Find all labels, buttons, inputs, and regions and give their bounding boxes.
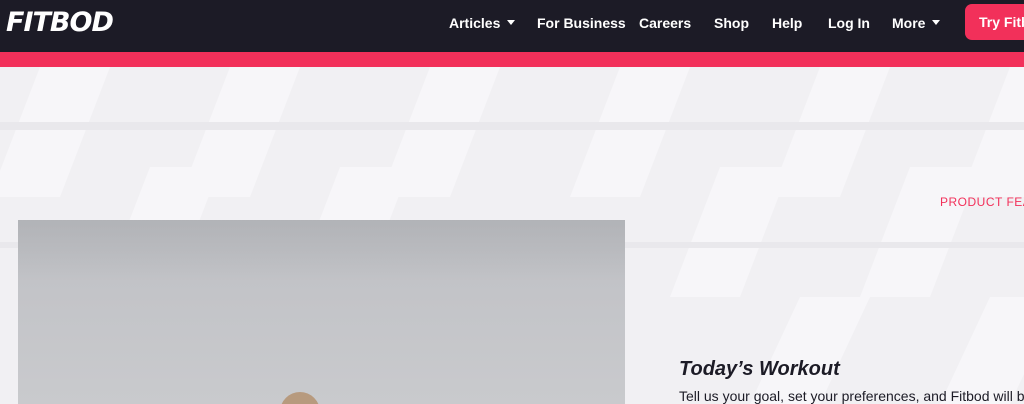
top-navigation: FITBOD Articles For Business Careers Sho… <box>0 0 1024 52</box>
section-eyebrow: PRODUCT FEATURES <box>940 195 1024 209</box>
nav-for-business[interactable]: For Business <box>537 14 626 32</box>
fitbod-logo[interactable]: FITBOD <box>6 9 114 37</box>
nav-careers[interactable]: Careers <box>639 14 691 32</box>
workout-photo <box>18 220 625 404</box>
nav-more-label: More <box>892 15 926 31</box>
nav-more[interactable]: More <box>892 14 941 32</box>
try-fitbod-button[interactable]: Try Fitbod <box>965 4 1024 40</box>
feature-title: Today’s Workout <box>679 358 840 380</box>
nav-log-in[interactable]: Log In <box>828 14 870 32</box>
chevron-down-icon <box>932 19 941 25</box>
nav-help[interactable]: Help <box>772 14 802 32</box>
feature-description: Tell us your goal, set your preferences,… <box>679 388 1024 404</box>
nav-shop[interactable]: Shop <box>714 14 749 32</box>
nav-articles-label: Articles <box>449 15 501 31</box>
person-head <box>280 392 320 404</box>
chevron-down-icon <box>507 19 516 25</box>
photo-wall-shadow <box>18 220 625 280</box>
accent-strip <box>0 52 1024 67</box>
nav-articles[interactable]: Articles <box>449 14 516 32</box>
